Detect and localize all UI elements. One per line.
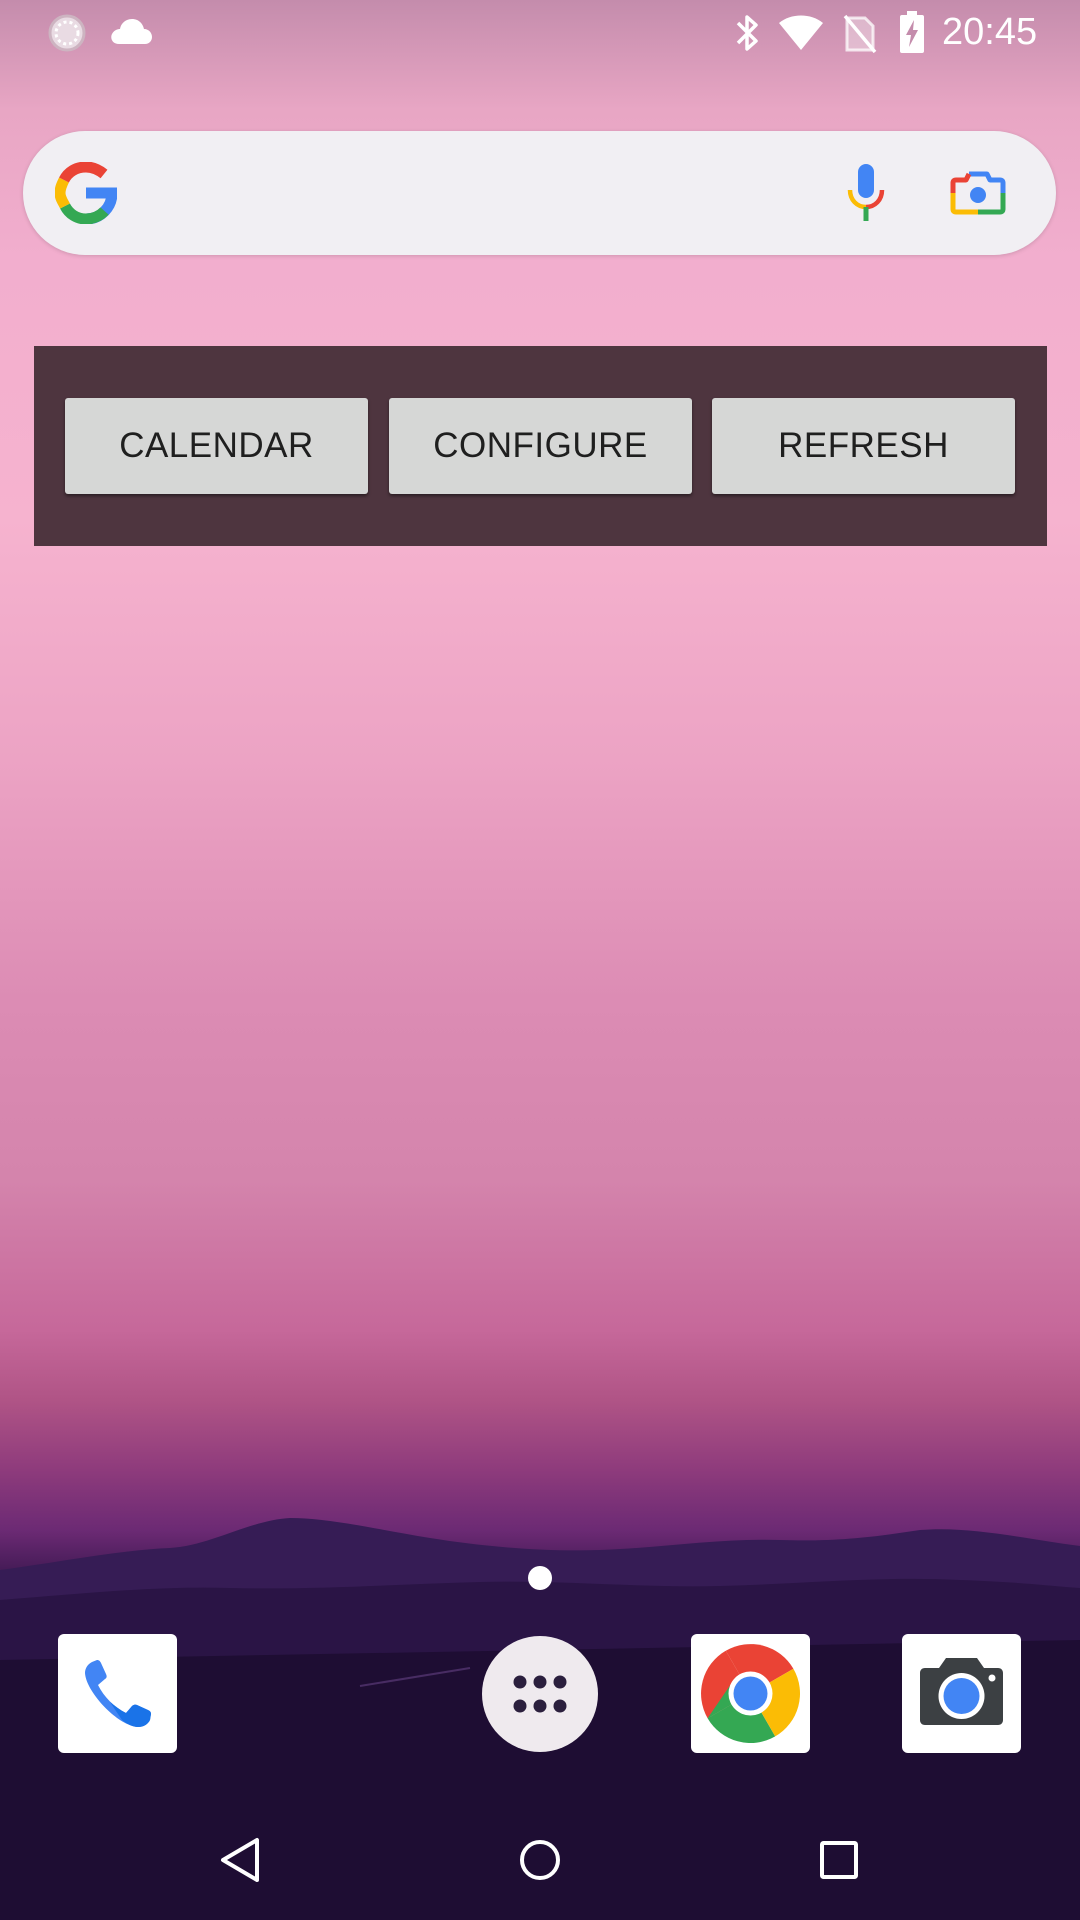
status-bar: 20:45 [0, 0, 1080, 64]
calendar-button[interactable]: CALENDAR [65, 398, 368, 494]
chrome-icon [701, 1644, 801, 1744]
back-icon[interactable] [215, 1832, 267, 1888]
wifi-icon [779, 15, 823, 50]
phone-app[interactable] [58, 1634, 177, 1753]
cloud-icon [111, 19, 152, 44]
configure-button[interactable]: CONFIGURE [389, 398, 692, 494]
home-icon[interactable] [514, 1832, 566, 1888]
camera-icon [920, 1658, 1003, 1725]
no-sim-icon [843, 14, 877, 54]
loading-circle-icon [48, 14, 86, 52]
recents-icon[interactable] [813, 1832, 865, 1888]
calendar-widget: CALENDAR CONFIGURE REFRESH [34, 346, 1047, 546]
navigation-bar [0, 1800, 1080, 1920]
app-drawer-button[interactable] [482, 1636, 598, 1752]
refresh-button[interactable]: REFRESH [712, 398, 1015, 494]
bluetooth-icon [736, 15, 758, 51]
lens-camera-icon[interactable] [947, 162, 1009, 224]
mic-icon[interactable] [833, 160, 899, 226]
status-time: 20:45 [942, 11, 1038, 53]
camera-app[interactable] [902, 1634, 1021, 1753]
google-search-bar[interactable] [23, 131, 1056, 255]
app-drawer-icon [513, 1675, 567, 1713]
google-g-icon [55, 162, 117, 224]
page-indicator-dot [528, 1566, 552, 1590]
chrome-app[interactable] [691, 1634, 810, 1753]
battery-charging-icon [900, 11, 924, 53]
phone-icon [85, 1660, 151, 1727]
